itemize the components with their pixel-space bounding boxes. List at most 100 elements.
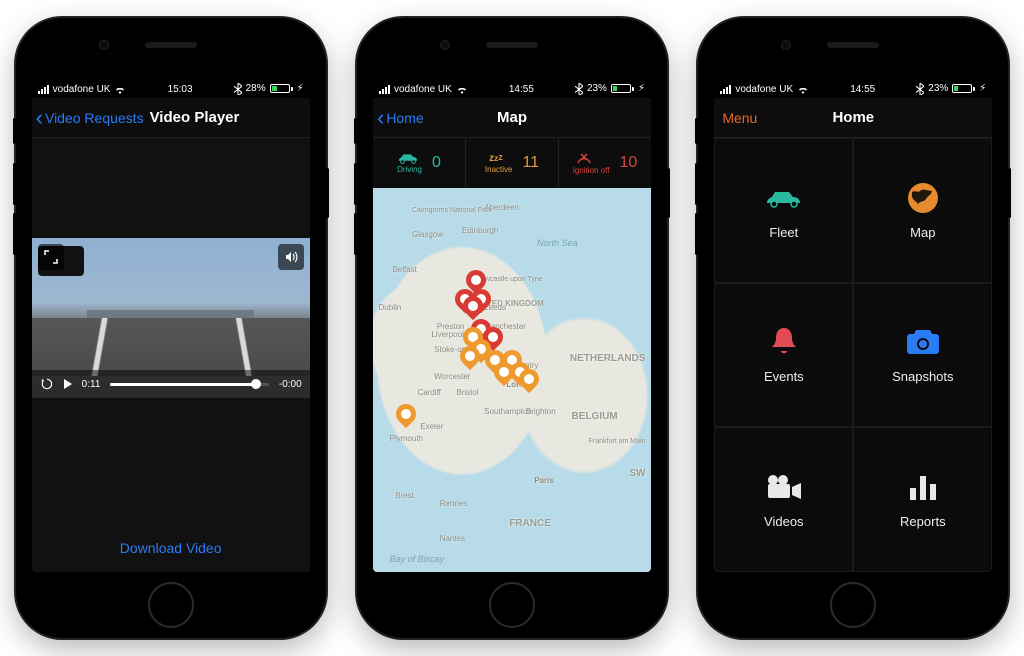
nav-bar: ‹ Video Requests Video Player [32, 98, 310, 138]
sea-label: Bay of Biscay [390, 554, 445, 564]
phone-video-player: vodafone UK 15:03 28% ⚡︎ ‹ Video Request… [16, 18, 326, 638]
tile-label: Map [910, 225, 935, 240]
seek-bar[interactable] [110, 383, 268, 386]
tile-map[interactable]: Map [853, 138, 992, 283]
bar-chart-icon [908, 470, 938, 504]
carrier-label: vodafone UK [735, 84, 793, 95]
map-country-label: BELGIUM [572, 411, 618, 422]
fleet-status-row: Driving 0 zzZ Inactive 11 Ignition off 1… [373, 138, 651, 188]
map-city-label: Glasgow [412, 230, 443, 239]
mute-button[interactable] [278, 244, 304, 270]
signal-icon [379, 85, 390, 94]
chevron-left-icon: ‹ [36, 107, 43, 129]
speaker-icon [284, 250, 298, 264]
map-pin[interactable] [396, 404, 416, 430]
tile-snapshots[interactable]: Snapshots [853, 283, 992, 428]
wifi-icon [456, 85, 468, 94]
stat-label: Driving [397, 165, 422, 174]
charging-icon: ⚡︎ [979, 83, 986, 94]
rewind-15-icon[interactable] [40, 377, 54, 391]
play-button[interactable] [64, 379, 72, 389]
phone-home: vodafone UK 14:55 23% ⚡︎ Menu Home F [698, 18, 1008, 638]
home-button-hardware[interactable] [148, 582, 194, 628]
clock-label: 14:55 [509, 84, 534, 95]
map-country-label: NETHERLANDS [570, 353, 646, 364]
tile-label: Fleet [769, 225, 798, 240]
tile-fleet[interactable]: Fleet [714, 138, 853, 283]
map-city-label: Worcester [434, 372, 470, 381]
car-icon [764, 181, 804, 215]
back-label: Video Requests [45, 110, 144, 126]
charging-icon: ⚡︎ [297, 83, 304, 94]
map-pin[interactable] [519, 369, 539, 395]
bell-icon [770, 325, 798, 359]
battery-percent: 28% [246, 83, 266, 94]
map-city-label: Exeter [420, 422, 443, 431]
map-country-label: FRANCE [509, 518, 551, 529]
stat-inactive[interactable]: zzZ Inactive 11 [465, 138, 558, 188]
home-button-hardware[interactable] [489, 582, 535, 628]
tile-label: Videos [764, 514, 804, 529]
ignition-off-icon [573, 151, 595, 165]
back-label: Home [386, 110, 423, 126]
map-city-label: Plymouth [390, 434, 423, 443]
signal-icon [720, 85, 731, 94]
wifi-icon [114, 85, 126, 94]
status-bar: vodafone UK 14:55 23% ⚡︎ [373, 80, 651, 98]
back-button[interactable]: ‹ Video Requests [32, 107, 144, 129]
map-city-label: Brest [395, 491, 414, 500]
tile-label: Events [764, 369, 804, 384]
map-city-label: Brighton [526, 407, 556, 416]
stat-value: 11 [522, 154, 539, 172]
clock-label: 14:55 [850, 84, 875, 95]
tile-videos[interactable]: Videos [714, 427, 853, 572]
remaining-time: -0:00 [279, 379, 302, 390]
stat-driving[interactable]: Driving 0 [373, 138, 465, 188]
elapsed-time: 0:11 [82, 379, 101, 390]
video-player[interactable]: 0:11 -0:00 [32, 238, 310, 398]
globe-icon [907, 181, 939, 215]
stat-label: Inactive [485, 165, 513, 174]
fullscreen-button[interactable] [38, 244, 64, 270]
battery-icon [611, 84, 634, 93]
video-controls: 0:11 -0:00 [32, 370, 310, 398]
download-video-button[interactable]: Download Video [32, 524, 310, 572]
map-city-label: Belfast [392, 265, 416, 274]
nav-bar: ‹ Home Map [373, 98, 651, 138]
stat-label: Ignition off [573, 166, 610, 175]
bluetooth-icon [916, 83, 924, 96]
map-city-label: Frankfurt am Main [589, 438, 646, 445]
stat-value: 0 [432, 154, 441, 172]
expand-icon [44, 250, 58, 264]
battery-icon [270, 84, 293, 93]
map-country-label: SW [629, 468, 645, 479]
stat-ignition-off[interactable]: Ignition off 10 [558, 138, 651, 188]
map-city-label: Rennes [440, 499, 468, 508]
menu-button[interactable]: Menu [714, 110, 757, 126]
map-city-label: Paris [534, 476, 554, 485]
carrier-label: vodafone UK [53, 84, 111, 95]
map-city-label: Dublin [379, 303, 402, 312]
tile-label: Reports [900, 514, 946, 529]
map-city-label: Edinburgh [462, 226, 498, 235]
map-city-label: Cardiff [417, 388, 440, 397]
bluetooth-icon [575, 83, 583, 96]
tile-label: Snapshots [892, 369, 953, 384]
tile-reports[interactable]: Reports [853, 427, 992, 572]
video-camera-icon [766, 470, 802, 504]
home-button-hardware[interactable] [830, 582, 876, 628]
map-canvas[interactable]: North Sea Bay of Biscay Aberdeen Cairngo… [373, 188, 651, 572]
carrier-label: vodafone UK [394, 84, 452, 95]
car-icon [397, 152, 419, 164]
bluetooth-icon [234, 83, 242, 96]
camera-icon [906, 325, 940, 359]
wifi-icon [797, 85, 809, 94]
status-bar: vodafone UK 15:03 28% ⚡︎ [32, 80, 310, 98]
map-city-label: Liverpool [431, 330, 463, 339]
map-city-label: Bristol [456, 388, 478, 397]
map-pin[interactable] [460, 346, 480, 372]
back-button[interactable]: ‹ Home [373, 107, 424, 129]
map-city-label: Southampton [484, 407, 532, 416]
tile-events[interactable]: Events [714, 283, 853, 428]
page-title: Video Player [150, 109, 240, 126]
